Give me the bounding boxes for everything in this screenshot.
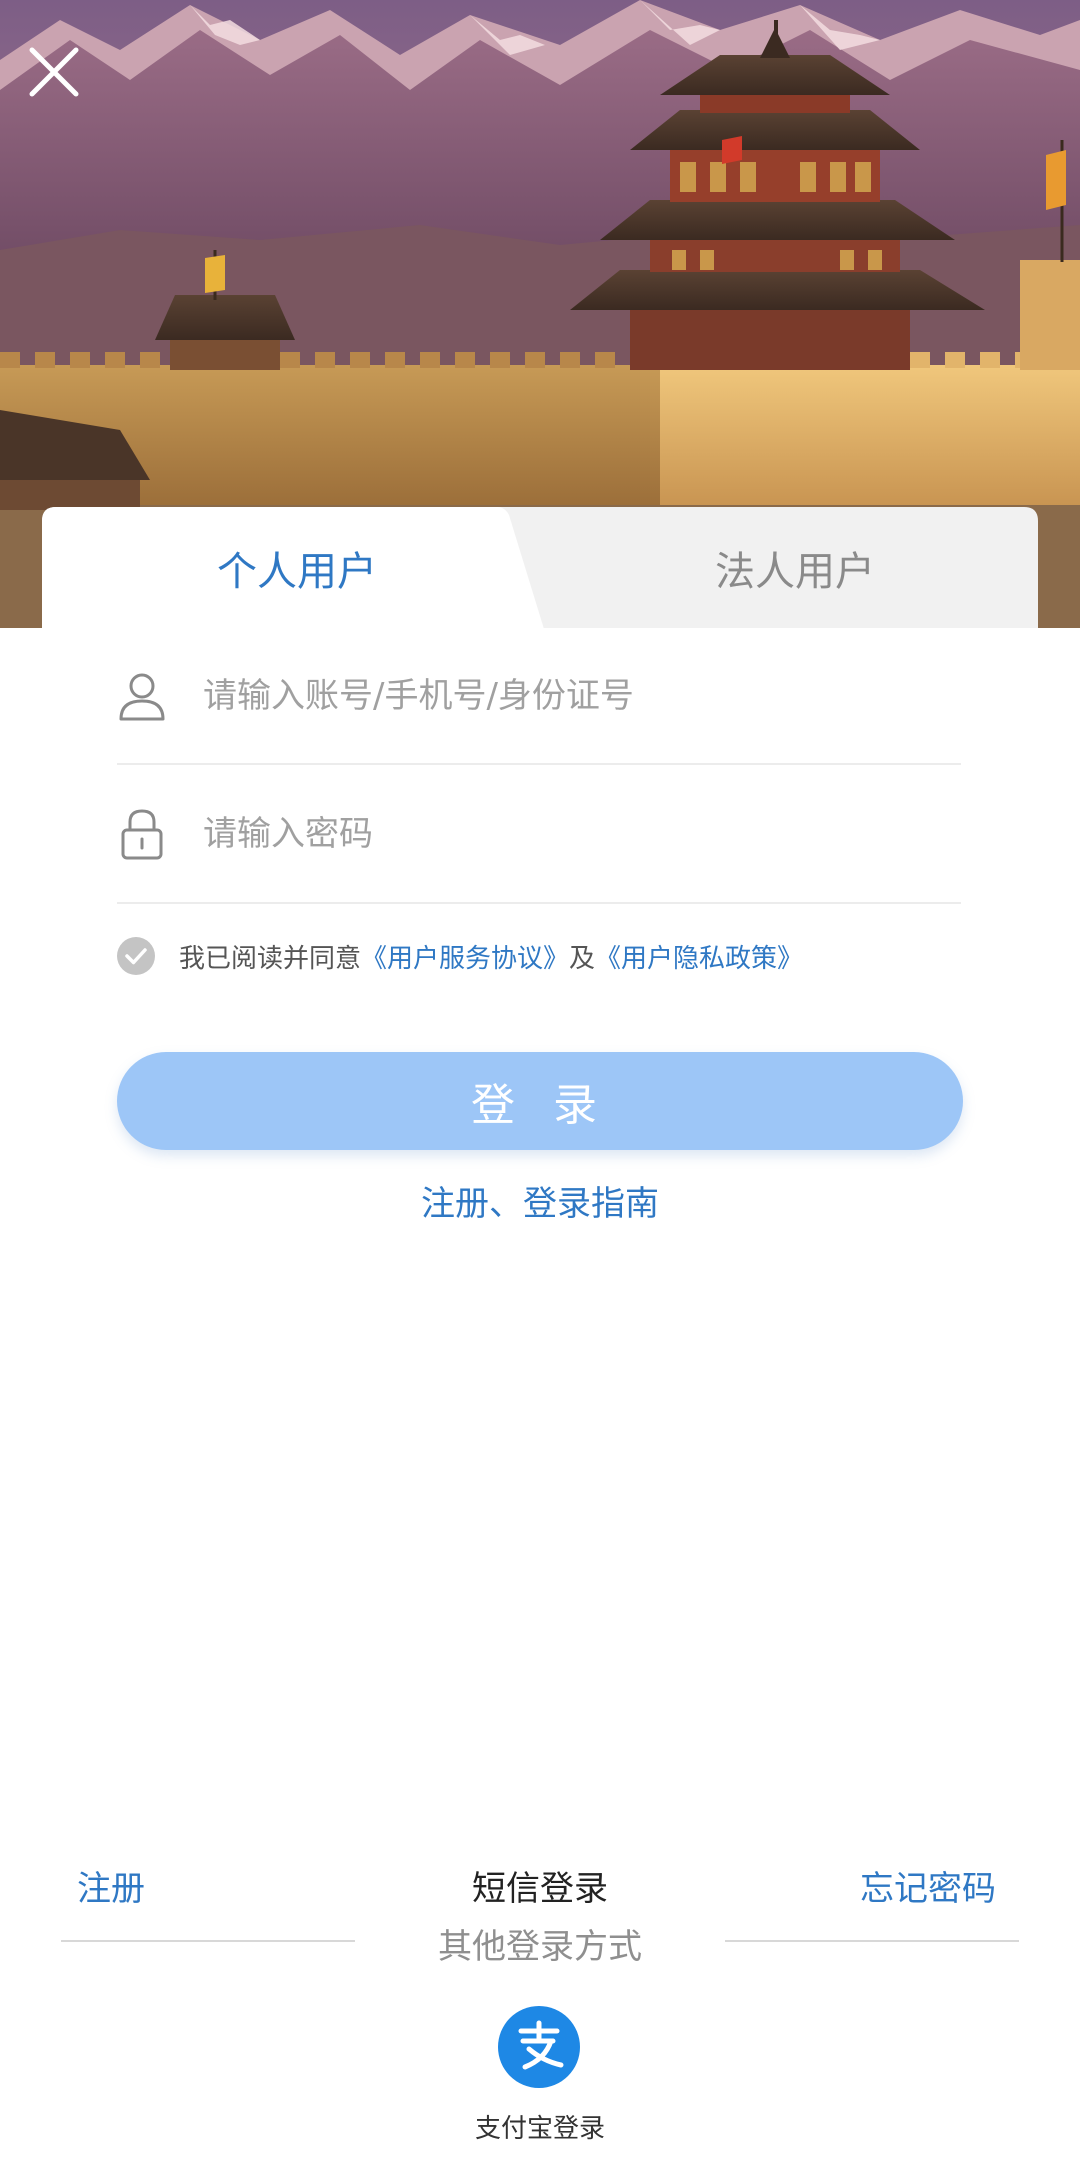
close-button[interactable] [24,42,84,102]
agreement-text: 我已阅读并同意 [179,943,362,974]
account-field [117,628,961,765]
login-button[interactable]: 登 录 [117,1052,963,1150]
tab-corporate-user[interactable]: 法人用户 [502,507,1038,629]
tab-personal-user[interactable]: 个人用户 [42,507,552,629]
alipay-login-label: 支付宝登录 [474,2114,605,2144]
login-type-tabs: 个人用户 法人用户 [42,507,1038,629]
close-icon [29,47,79,97]
privacy-policy-link[interactable]: 《用户隐私政策》 [595,938,803,975]
agreement-row: 我已阅读并同意 《用户服务协议》 及 《用户隐私政策》 [117,933,803,979]
user-icon [117,668,167,724]
password-field [117,766,961,904]
register-link[interactable]: 注册 [77,1861,145,1910]
service-agreement-link[interactable]: 《用户服务协议》 [361,938,569,975]
sms-login-link[interactable]: 短信登录 [472,1869,608,1909]
password-input[interactable] [203,804,903,864]
other-login-methods-label: 其他登录方式 [438,1927,642,1967]
lock-icon [117,806,167,862]
divider-right [725,1940,1019,1942]
login-form-panel: 我已阅读并同意 《用户服务协议》 及 《用户隐私政策》 登 录 注册、登录指南 … [0,628,1080,2169]
agreement-conjunction: 及 [569,943,596,974]
alipay-login-button[interactable] [498,2006,580,2088]
agreement-checkbox[interactable] [117,937,155,975]
forgot-password-link[interactable]: 忘记密码 [860,1861,996,1910]
register-login-guide-link[interactable]: 注册、登录指南 [0,1176,1080,1225]
account-input[interactable] [203,665,903,726]
alipay-icon [518,2020,564,2070]
